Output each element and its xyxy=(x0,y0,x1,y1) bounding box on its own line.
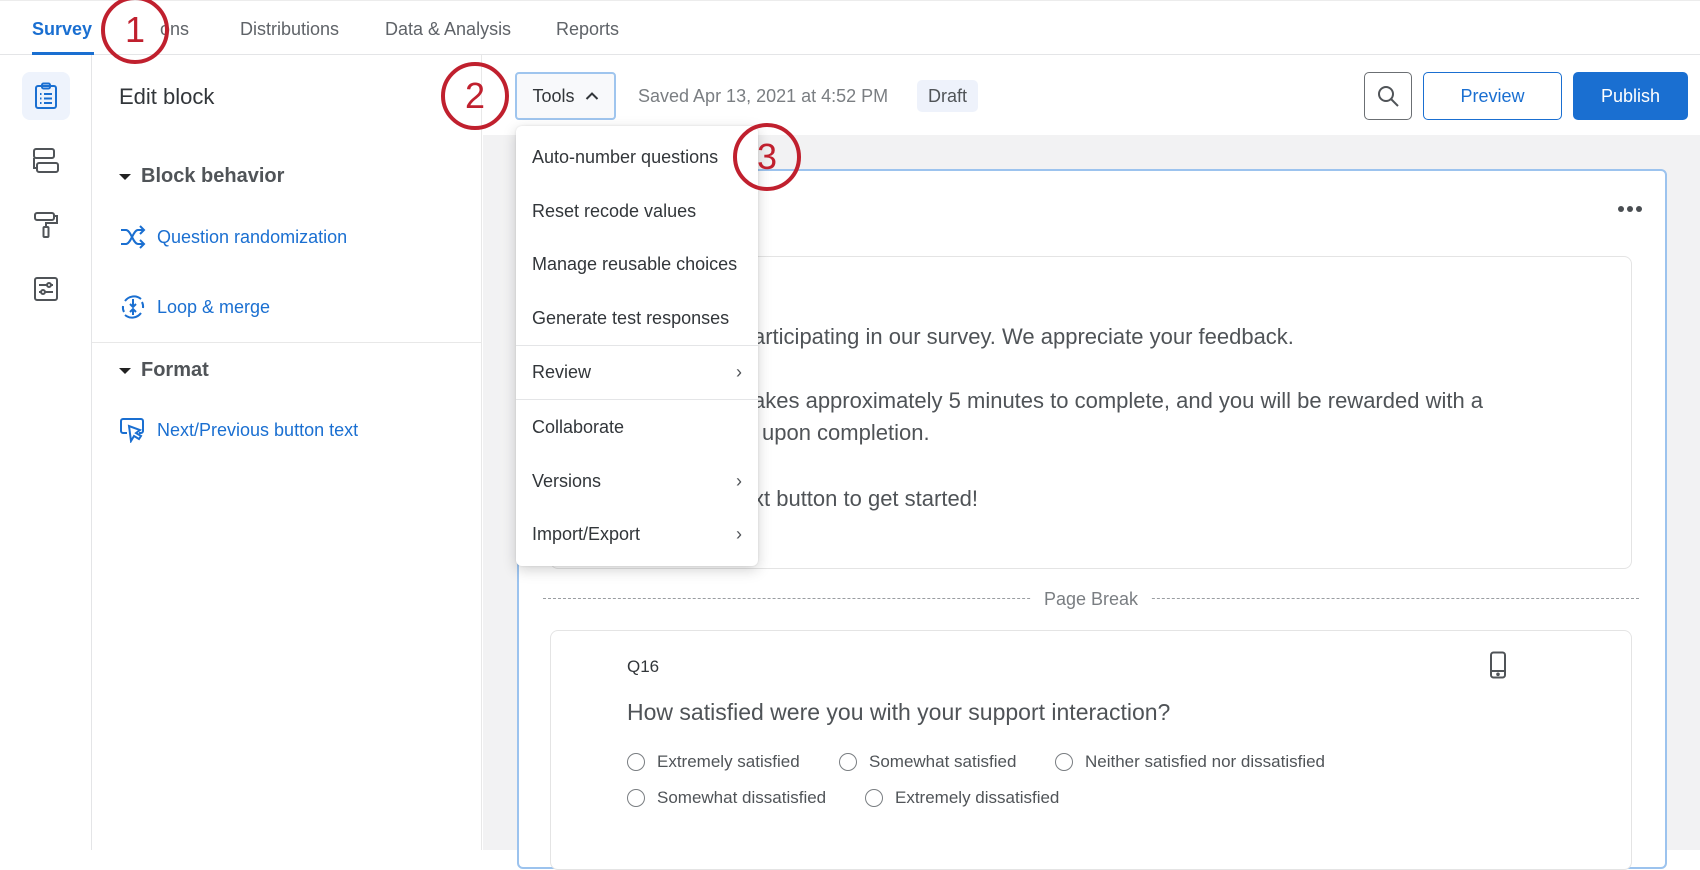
shuffle-icon xyxy=(121,225,146,249)
tools-label: Tools xyxy=(532,85,575,106)
blocks-layout-icon xyxy=(33,148,59,173)
radio-button[interactable] xyxy=(839,753,857,771)
caret-down-icon xyxy=(119,173,131,180)
menu-item-versions[interactable]: Versions › xyxy=(516,456,758,506)
tools-dropdown-menu: Auto-number questions Reset recode value… xyxy=(516,126,758,566)
tab-reports[interactable]: Reports xyxy=(556,19,619,40)
radio-button[interactable] xyxy=(865,789,883,807)
choice-option[interactable]: Somewhat satisfied xyxy=(839,752,1016,772)
menu-item-collaborate[interactable]: Collaborate xyxy=(516,402,758,452)
intro-text-line: xt button to get started! xyxy=(753,486,979,511)
saved-status-text: Saved Apr 13, 2021 at 4:52 PM xyxy=(638,86,889,106)
link-label: Question randomization xyxy=(157,226,348,247)
menu-item-reset-recode-values[interactable]: Reset recode values xyxy=(516,186,758,236)
link-label: Loop & merge xyxy=(157,296,271,317)
menu-item-label: Reset recode values xyxy=(532,200,697,221)
choice-label: Somewhat satisfied xyxy=(869,752,1017,771)
intro-text-line: upon completion. xyxy=(762,420,930,445)
menu-item-import-export[interactable]: Import/Export › xyxy=(516,509,758,559)
tab-survey[interactable]: Survey xyxy=(32,19,92,40)
menu-item-label: Auto-number questions xyxy=(532,146,719,167)
search-icon xyxy=(1378,86,1399,107)
section-divider xyxy=(92,342,482,343)
menu-item-label: Manage reusable choices xyxy=(532,253,738,274)
radio-button[interactable] xyxy=(627,789,645,807)
tab-distributions[interactable]: Distributions xyxy=(240,19,339,40)
status-badge: Draft xyxy=(917,80,978,112)
chevron-right-icon: › xyxy=(736,361,742,382)
cursor-button-icon xyxy=(120,418,144,443)
loop-merge-link[interactable]: Loop & merge xyxy=(119,293,270,321)
question-randomization-link[interactable]: Question randomization xyxy=(119,225,347,249)
tools-dropdown-button[interactable]: Tools xyxy=(515,72,616,120)
menu-item-auto-number-questions[interactable]: Auto-number questions xyxy=(516,132,758,182)
section-label: Format xyxy=(141,359,209,381)
menu-item-generate-test-responses[interactable]: Generate test responses xyxy=(516,293,758,343)
publish-button[interactable]: Publish xyxy=(1573,72,1688,120)
dot-icon xyxy=(1618,206,1624,212)
page-break-label-wrap: Page Break xyxy=(543,589,1639,610)
menu-divider xyxy=(516,399,758,400)
menu-item-review[interactable]: Review › xyxy=(516,347,758,397)
paint-roller-icon xyxy=(34,212,58,238)
choice-label: Neither satisfied nor dissatisfied xyxy=(1085,752,1326,771)
tab-data-analysis[interactable]: Data & Analysis xyxy=(385,19,511,40)
callout-2: 2 xyxy=(441,62,509,130)
choice-label: Extremely dissatisfied xyxy=(895,788,1060,807)
dot-icon xyxy=(1627,206,1633,212)
loop-icon xyxy=(121,295,145,319)
menu-item-manage-reusable-choices[interactable]: Manage reusable choices xyxy=(516,239,758,289)
block-more-options-button[interactable] xyxy=(1618,206,1642,212)
question-number: Q16 xyxy=(627,657,660,676)
page-break-label: Page Break xyxy=(1031,589,1151,609)
menu-item-label: Collaborate xyxy=(532,416,625,437)
choice-option[interactable]: Somewhat dissatisfied xyxy=(627,788,826,808)
intro-text-line: akes approximately 5 minutes to complete… xyxy=(753,388,1484,413)
rail-survey-options-button[interactable] xyxy=(22,265,70,313)
chevron-right-icon: › xyxy=(736,470,742,491)
block-behavior-section-toggle[interactable]: Block behavior xyxy=(119,165,284,188)
link-label: Next/Previous button text xyxy=(157,419,359,440)
dot-icon xyxy=(1636,206,1642,212)
top-navigation: Survey ons Distributions Data & Analysis… xyxy=(0,0,1700,55)
preview-button[interactable]: Preview xyxy=(1423,72,1562,120)
survey-clipboard-icon xyxy=(35,82,57,109)
choice-label: Extremely satisfied xyxy=(657,752,800,771)
menu-item-label: Generate test responses xyxy=(532,307,730,328)
menu-item-label: Review xyxy=(532,361,592,382)
search-button[interactable] xyxy=(1364,72,1412,120)
menu-item-label: Versions xyxy=(532,470,602,491)
next-previous-button-text-link[interactable]: Next/Previous button text xyxy=(119,417,358,443)
rail-survey-flow-button[interactable] xyxy=(22,72,70,120)
choice-option[interactable]: Extremely dissatisfied xyxy=(865,788,1059,808)
menu-item-label: Import/Export xyxy=(532,523,641,544)
chevron-up-icon xyxy=(585,92,598,100)
menu-divider xyxy=(516,345,758,346)
intro-text-line: articipating in our survey. We appreciat… xyxy=(753,324,1294,349)
section-label: Block behavior xyxy=(141,165,285,187)
radio-button[interactable] xyxy=(627,753,645,771)
edit-block-panel: Edit block Block behavior Question rando… xyxy=(92,55,482,850)
page-break[interactable]: Page Break xyxy=(543,589,1639,609)
callout-3: 3 xyxy=(733,123,801,191)
mobile-preview-button[interactable] xyxy=(1489,651,1507,684)
choice-option[interactable]: Extremely satisfied xyxy=(627,752,800,772)
format-section-toggle[interactable]: Format xyxy=(119,359,209,382)
rail-blocks-button[interactable] xyxy=(22,137,70,185)
chevron-right-icon: › xyxy=(736,523,742,544)
survey-options-sliders-icon xyxy=(34,277,58,301)
mobile-phone-icon xyxy=(1490,651,1506,679)
rail-look-feel-button[interactable] xyxy=(22,201,70,249)
caret-down-icon xyxy=(119,367,131,374)
icon-rail xyxy=(0,55,92,850)
question-text: How satisfied were you with your support… xyxy=(627,699,1171,725)
question-card-q16[interactable] xyxy=(550,630,1632,870)
choice-option[interactable]: Neither satisfied nor dissatisfied xyxy=(1055,752,1325,772)
radio-button[interactable] xyxy=(1055,753,1073,771)
choice-label: Somewhat dissatisfied xyxy=(657,788,827,807)
panel-title: Edit block xyxy=(119,84,215,109)
